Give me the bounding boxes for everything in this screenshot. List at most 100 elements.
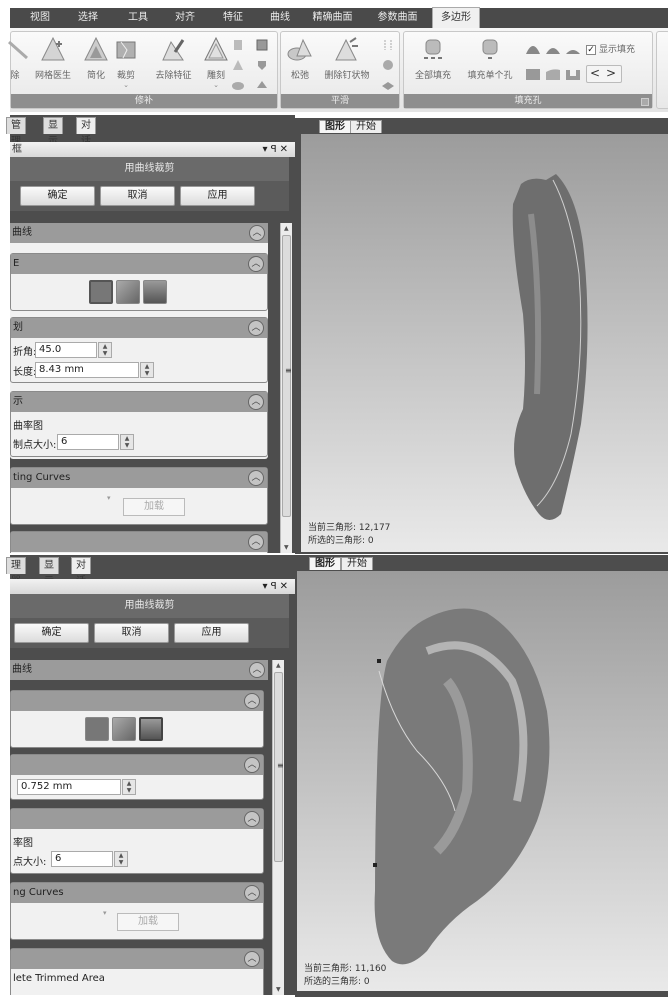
scroll-thumb[interactable]: ≡ — [282, 235, 292, 517]
tab-dialog[interactable]: 对话框 — [71, 557, 91, 603]
panel-scrollbar[interactable]: ▲ ≡ ▼ — [280, 223, 292, 553]
smooth-small-icon-2[interactable] — [381, 58, 395, 72]
dropdown-arrow-icon[interactable]: ▾ — [107, 494, 111, 502]
ribbon-btn-remove-spikes[interactable]: 删除钉状物 — [319, 36, 375, 81]
ribbon-btn-fill-all[interactable]: 全部填充 — [408, 36, 458, 81]
point-size-input[interactable]: 6 ▲ ▼ — [51, 851, 128, 867]
collapse-icon[interactable]: ︿ — [244, 811, 260, 827]
delete-section-header[interactable]: ︿ — [11, 949, 263, 969]
menu-tab-align[interactable]: 对齐 — [165, 8, 205, 28]
collapse-icon[interactable]: ︿ — [244, 693, 260, 709]
ok-button[interactable]: 确定 — [14, 623, 89, 643]
point-size-input[interactable]: 6 ▲ ▼ — [57, 434, 134, 450]
cancel-button[interactable]: 取消 — [94, 623, 169, 643]
panel-scrollbar[interactable]: ▲ ≡ ▼ — [272, 660, 284, 995]
length-input[interactable]: 8.43 mm ▲ ▼ — [35, 362, 154, 378]
length-input[interactable]: 0.752 mm ▲ ▼ — [17, 779, 136, 795]
mode-project-curve-icon[interactable] — [112, 717, 136, 741]
collapse-icon[interactable]: ︿ — [244, 757, 260, 773]
dropdown-icon[interactable]: ▾ — [263, 144, 271, 155]
tab-graphics[interactable]: 图形 — [319, 120, 351, 133]
delete-trimmed-area-checkbox[interactable]: lete Trimmed Area — [13, 973, 105, 984]
collapsed-section-header[interactable]: ︿ — [11, 532, 267, 552]
dropdown-icon[interactable]: ▾ — [263, 581, 271, 592]
curvature-map-checkbox[interactable]: 率图 — [13, 834, 33, 849]
collapse-icon[interactable]: ︿ — [248, 470, 264, 486]
menu-tab-polygon[interactable]: 多边形 — [432, 7, 480, 29]
dialog-launcher-icon[interactable] — [641, 98, 649, 106]
small-tool-icon-2[interactable] — [255, 38, 269, 52]
spin-arrows-icon[interactable]: ▲ ▼ — [122, 779, 136, 795]
collapse-icon[interactable]: ︿ — [244, 885, 260, 901]
menu-tab-curves[interactable]: 曲线 — [260, 8, 300, 28]
small-tool-icon-4[interactable] — [255, 58, 269, 72]
dropdown-arrow-icon[interactable]: ▾ — [103, 909, 107, 917]
smooth-small-icon-3[interactable] — [381, 78, 395, 92]
fill-complete-icon[interactable] — [524, 66, 542, 82]
tab-start[interactable]: 开始 — [350, 120, 382, 133]
ribbon-btn-mesh-doctor[interactable]: 网格医生 — [29, 36, 77, 81]
ribbon-btn-relax[interactable]: 松弛 — [285, 36, 315, 81]
spin-arrows-icon[interactable]: ▲ ▼ — [114, 851, 128, 867]
collapse-icon[interactable]: ︿ — [244, 951, 260, 967]
apply-button[interactable]: 应用 — [180, 186, 255, 206]
mode-section-header[interactable]: ︿ — [11, 691, 263, 711]
curvature-map-checkbox[interactable]: 曲率图 — [13, 417, 43, 432]
mode-draw-curve-icon[interactable] — [89, 280, 113, 304]
menu-tab-param-surface[interactable]: 参数曲面 — [370, 8, 425, 28]
pin-icon[interactable]: ꟼ — [271, 144, 280, 155]
existing-curves-header[interactable]: ng Curves ︿ — [11, 883, 263, 903]
scroll-down-icon[interactable]: ▼ — [276, 986, 281, 993]
tab-dialog[interactable]: 对话框 — [76, 117, 96, 163]
ok-button[interactable]: 确定 — [20, 186, 95, 206]
3d-canvas-top[interactable]: 当前三角形: 12,177 所选的三角形: 0 — [301, 134, 668, 552]
collapse-icon[interactable]: ︿ — [248, 394, 264, 410]
fill-tangent-icon[interactable] — [544, 40, 562, 56]
menu-tab-features[interactable]: 特征 — [213, 8, 253, 28]
scroll-down-icon[interactable]: ▼ — [284, 544, 289, 551]
tab-display[interactable]: 显示 — [43, 117, 63, 147]
spin-arrows-icon[interactable]: ▲ ▼ — [140, 362, 154, 378]
curve-section-header[interactable]: 曲线 ︿ — [10, 660, 268, 680]
cancel-button[interactable]: 取消 — [100, 186, 175, 206]
3d-canvas-bottom[interactable]: 当前三角形: 11,160 所选的三角形: 0 — [297, 571, 668, 991]
collapse-icon[interactable]: ︿ — [248, 320, 264, 336]
collapse-icon[interactable]: ︿ — [248, 534, 264, 550]
ribbon-btn-fill-single[interactable]: 填充单个孔 — [462, 36, 518, 81]
small-tool-icon-3[interactable] — [231, 58, 245, 72]
small-tool-icon-5[interactable] — [231, 78, 245, 92]
scroll-thumb[interactable]: ≡ — [274, 672, 284, 862]
collapse-icon[interactable]: ︿ — [249, 662, 265, 678]
tab-graphics[interactable]: 图形 — [309, 557, 341, 570]
mode-draw-curve-icon[interactable] — [85, 717, 109, 741]
mode-section-header[interactable]: E ︿ — [11, 254, 267, 274]
display-section-header[interactable]: ︿ — [11, 809, 263, 829]
ribbon-btn-sculpt[interactable]: 雕刻 ⌄ — [201, 36, 231, 89]
load-button[interactable]: 加载 — [117, 913, 179, 931]
collapse-icon[interactable]: ︿ — [248, 256, 264, 272]
split-section-header[interactable]: 划 ︿ — [11, 318, 267, 338]
ribbon-btn-remove[interactable]: 除 — [7, 36, 28, 81]
scroll-up-icon[interactable]: ▲ — [284, 225, 289, 232]
small-tool-icon-6[interactable] — [255, 78, 269, 92]
mode-project-curve-icon[interactable] — [116, 280, 140, 304]
ribbon-btn-trim[interactable]: 裁剪 ⌄ — [111, 36, 141, 89]
menu-tab-exact-surface[interactable]: 精确曲面 — [305, 8, 360, 28]
fill-flat-icon[interactable] — [564, 40, 582, 56]
menu-tab-tools[interactable]: 工具 — [118, 8, 158, 28]
small-tool-icon-1[interactable] — [231, 38, 245, 52]
close-icon[interactable]: ✕ — [280, 581, 291, 592]
fill-bridge-icon[interactable] — [564, 66, 582, 82]
scroll-up-icon[interactable]: ▲ — [276, 662, 281, 669]
ribbon-btn-simplify[interactable]: 简化 — [81, 36, 111, 81]
existing-curves-header[interactable]: ting Curves ︿ — [11, 468, 267, 488]
show-fill-checkbox[interactable]: ✓ 显示填充 — [586, 42, 635, 55]
curve-section-header[interactable]: 曲线 ︿ — [10, 223, 268, 243]
next-hole-button[interactable]: > — [603, 66, 619, 80]
fill-curvature-icon[interactable] — [524, 40, 542, 56]
mode-surface-icon[interactable] — [143, 280, 167, 304]
display-section-header[interactable]: 示 ︿ — [11, 392, 267, 412]
angle-input[interactable]: 45.0 ▲ ▼ — [35, 342, 112, 358]
ribbon-btn-remove-feature[interactable]: 去除特征 — [146, 36, 201, 81]
mode-surface-icon[interactable] — [139, 717, 163, 741]
